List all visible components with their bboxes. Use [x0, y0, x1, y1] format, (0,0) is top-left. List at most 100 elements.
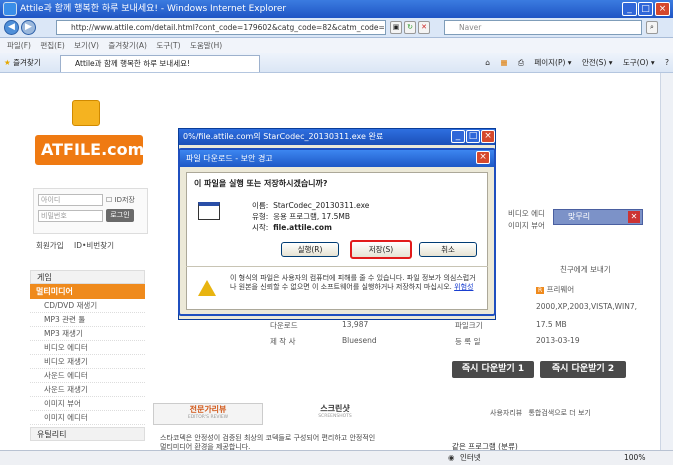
dialog-question: 이 파일을 실행 또는 저장하시겠습니까? — [194, 179, 328, 188]
dialog-titlebar: 파일 다운로드 - 보안 경고 — [180, 150, 494, 167]
site-logo[interactable]: ATFILE.com — [30, 100, 145, 170]
password-field[interactable]: 비밀번호 — [38, 210, 103, 222]
risk-link[interactable]: 위험성 — [454, 283, 473, 291]
feeds-icon[interactable]: ▦ — [500, 58, 507, 67]
menu-item[interactable]: 비디오 재생기 — [30, 355, 145, 369]
id-field[interactable]: 아이디 — [38, 194, 103, 206]
url-input[interactable]: http://www.attile.com/detail.html?cont_c… — [56, 20, 386, 35]
category-menu: 게임 멀티미디어 CD/DVD 재생기 MP3 관련 툴 MP3 재생기 비디오… — [30, 270, 145, 450]
favorites-button[interactable]: 즐겨찾기 — [13, 58, 41, 67]
tab-editor-review[interactable]: 전문가리뷰 EDITOR'S REVIEW — [153, 403, 263, 425]
menu-utility[interactable]: 유틸리티 — [30, 427, 145, 441]
logo-mascot-icon — [72, 100, 100, 126]
menu-multimedia[interactable]: 멀티미디어 — [30, 284, 145, 299]
account-links: 회원가입 ID•비번찾기 — [36, 240, 114, 251]
license-value: 프리웨어 — [546, 285, 575, 294]
menu-item[interactable]: CD/DVD 재생기 — [30, 299, 145, 313]
menu-item[interactable]: MP3 재생기 — [30, 327, 145, 341]
menu-item[interactable]: 사운드 재생기 — [30, 383, 145, 397]
menu-file[interactable]: 파일(F) — [7, 41, 31, 50]
menu-favorites[interactable]: 즐겨찾기(A) — [108, 41, 147, 50]
vertical-scrollbar[interactable] — [660, 73, 673, 450]
window-titlebar: Attile과 함께 행복한 하루 보내세요! - Windows Intern… — [0, 0, 673, 18]
compat-icon[interactable]: ▣ — [390, 21, 402, 34]
right-menu-item[interactable]: 비디오 에디 — [508, 208, 545, 220]
save-id-label: ID저장 — [114, 196, 135, 204]
home-icon[interactable]: ⌂ — [485, 58, 490, 67]
file-download-dialog: 파일 다운로드 - 보안 경고 × 이 파일을 실행 또는 저장하시겠습니까? … — [178, 148, 496, 316]
download-button-2[interactable]: 즉시 다운받기 2 — [540, 361, 626, 378]
search-icon[interactable]: ⌕ — [646, 21, 658, 34]
size-label: 파일크기 — [455, 321, 483, 330]
menu-help[interactable]: 도움말(H) — [190, 41, 222, 50]
user-review-link[interactable]: 사용자리뷰 — [490, 409, 522, 417]
cancel-button[interactable]: 취소 — [419, 242, 477, 257]
integrated-search-link[interactable]: 통합검색으로 더 보기 — [528, 409, 590, 417]
type-label: 유형: — [252, 212, 269, 221]
join-link[interactable]: 회원가입 — [36, 241, 64, 250]
progress-close-button[interactable]: × — [481, 130, 495, 143]
print-icon[interactable]: ⎙ — [518, 58, 524, 67]
menu-view[interactable]: 보기(V) — [74, 41, 99, 50]
maximize-button[interactable]: □ — [638, 2, 653, 16]
download-button-1[interactable]: 즉시 다운받기 1 — [452, 361, 534, 378]
tab-screenshot-sub: SCREENSHOTS — [318, 414, 352, 419]
reg-value: 2013-03-19 — [536, 336, 580, 345]
tab-review-label: 전문가리뷰 — [189, 405, 227, 414]
star-icon[interactable]: ★ — [4, 58, 11, 67]
download-value: 13,987 — [342, 320, 369, 329]
menu-item[interactable]: 사운드 에디터 — [30, 369, 145, 383]
progress-max-button[interactable]: □ — [466, 130, 480, 143]
search-input[interactable]: Naver — [444, 20, 642, 35]
right-menu-item[interactable]: 이미지 뷰어 — [508, 220, 545, 232]
tab-title: Attile과 함께 행복한 하루 보내세요! — [75, 59, 191, 68]
forward-button[interactable]: ▶ — [21, 20, 36, 35]
tools-menu[interactable]: 도구(O) ▾ — [623, 58, 655, 67]
progress-min-button[interactable]: _ — [451, 130, 465, 143]
address-bar: ◀ ▶ http://www.attile.com/detail.html?co… — [0, 18, 673, 38]
menu-item[interactable]: 이미지 에디터 — [30, 411, 145, 425]
zoom-level[interactable]: 100% — [624, 451, 645, 465]
help-icon[interactable]: ? — [665, 58, 669, 67]
close-button[interactable]: × — [655, 2, 670, 16]
save-id-checkbox[interactable]: ☐ ID저장 — [106, 195, 135, 205]
stop-icon[interactable]: ✕ — [418, 21, 430, 34]
safety-menu[interactable]: 안전(S) ▾ — [582, 58, 613, 67]
menu-item[interactable]: 비디오 에디터 — [30, 341, 145, 355]
warning-message: 이 형식의 파일은 사용자의 컴퓨터에 피해를 줄 수 있습니다. 파일 정보가… — [230, 274, 476, 291]
favorites-bar: ★ 즐겨찾기 Attile과 함께 행복한 하루 보내세요! ⌂ ▦ ⎙ 페이지… — [0, 53, 673, 73]
menu-item[interactable]: MP3 관련 툴 — [30, 313, 145, 327]
browser-tab[interactable]: Attile과 함께 행복한 하루 보내세요! — [60, 55, 260, 72]
logo-banner: ATFILE.com — [35, 135, 144, 165]
login-button[interactable]: 로그인 — [106, 209, 134, 222]
minimize-button[interactable]: _ — [622, 2, 637, 16]
send-friend-label: 친구에게 보내기 — [560, 265, 611, 274]
popup-banner[interactable]: 맞무리 ✕ — [553, 209, 643, 225]
dialog-title: 파일 다운로드 - 보안 경고 — [186, 154, 273, 163]
refresh-icon[interactable]: ↻ — [404, 21, 416, 34]
popup-close-icon[interactable]: ✕ — [628, 211, 640, 223]
dialog-close-button[interactable]: × — [476, 151, 490, 164]
menu-game[interactable]: 게임 — [30, 270, 145, 284]
size-value: 17.5 MB — [536, 320, 567, 329]
reg-label: 등 록 일 — [455, 337, 481, 346]
right-category-list: 비디오 에디 이미지 뷰어 — [508, 208, 545, 232]
run-button[interactable]: 실행(R) — [281, 242, 339, 257]
login-box: 아이디 ☐ ID저장 비밀번호 로그인 — [33, 188, 148, 234]
page-menu[interactable]: 페이지(P) ▾ — [534, 58, 571, 67]
app-file-icon — [198, 202, 220, 220]
progress-titlebar: 0%/file.attile.com의 StarCodec_20130311.e… — [179, 129, 495, 145]
menu-tools[interactable]: 도구(T) — [156, 41, 180, 50]
from-label: 시작: — [252, 223, 269, 232]
review-links: 사용자리뷰 통합검색으로 더 보기 — [490, 408, 591, 418]
find-link[interactable]: ID•비번찾기 — [74, 241, 114, 250]
menu-edit[interactable]: 편집(E) — [40, 41, 64, 50]
os-value: 2000,XP,2003,VISTA,WIN7, — [536, 302, 637, 311]
tab-screenshots[interactable]: 스크린샷 SCREENSHOTS — [280, 403, 390, 425]
back-button[interactable]: ◀ — [4, 20, 19, 35]
send-friend-link[interactable]: 친구에게 보내기 — [560, 264, 611, 275]
status-bar: ◉ 인터넷 100% — [0, 450, 673, 465]
license-row: R 프리웨어 — [536, 284, 574, 295]
save-button[interactable]: 저장(S) — [350, 240, 412, 259]
menu-item[interactable]: 이미지 뷰어 — [30, 397, 145, 411]
